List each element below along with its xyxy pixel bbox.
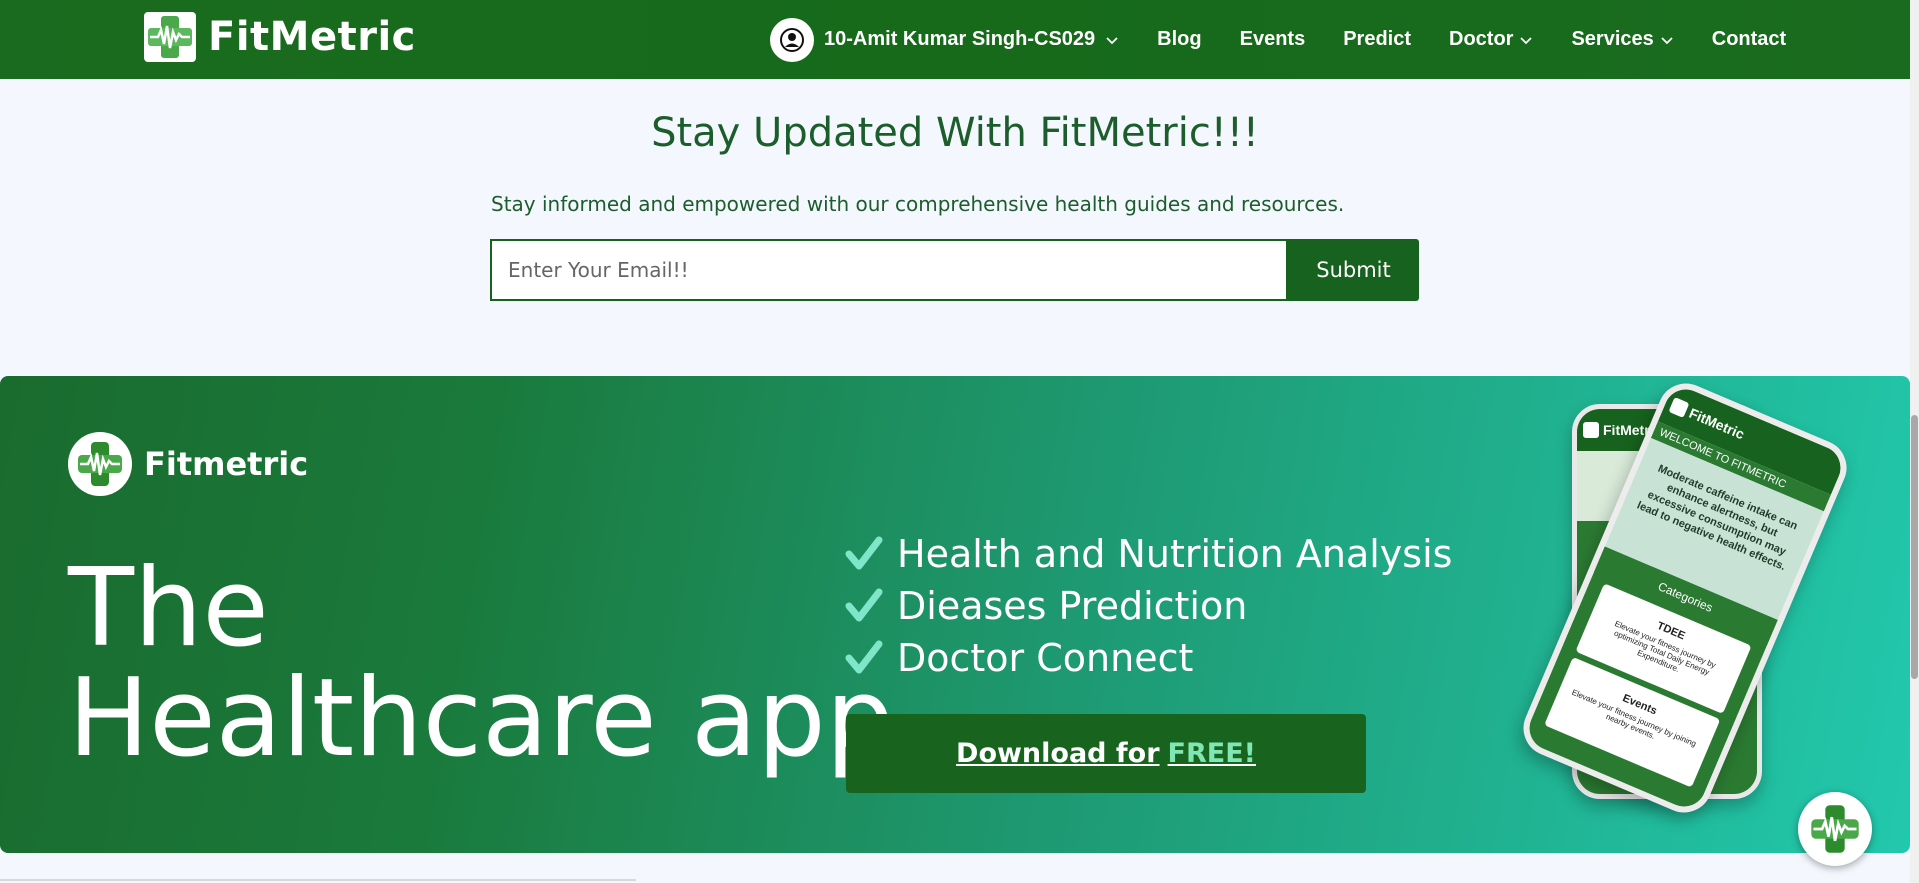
- chevron-down-icon: [1661, 36, 1673, 44]
- app-promo-banner: Fitmetric The Healthcare app Health and …: [0, 376, 1910, 853]
- feature-label: Dieases Prediction: [897, 584, 1248, 628]
- fitmetric-logo-icon: [68, 432, 132, 496]
- nav-predict-link[interactable]: Predict: [1343, 28, 1411, 51]
- checkmark-icon: [845, 588, 883, 622]
- download-label: Download for: [956, 738, 1160, 769]
- feature-item: Doctor Connect: [845, 632, 1452, 684]
- fitmetric-logo-icon: [144, 12, 196, 62]
- newsletter-subtitle: Stay informed and empowered with our com…: [491, 192, 1345, 216]
- newsletter-title: Stay Updated With FitMetric!!!: [651, 110, 1259, 156]
- banner-logo: Fitmetric: [68, 432, 308, 496]
- fitmetric-logo-icon: [1811, 805, 1859, 853]
- download-free-label: FREE!: [1167, 738, 1256, 769]
- phone-mockup-front: FitMetric WELCOME TO FITMETRIC Moderate …: [1514, 376, 1856, 822]
- scrollbar-thumb[interactable]: [1911, 415, 1918, 679]
- user-menu[interactable]: 10-Amit Kumar Singh-CS029: [770, 17, 1119, 62]
- fitmetric-logo-icon: [1583, 422, 1599, 438]
- fitmetric-logo-icon: [1668, 397, 1690, 418]
- nav-doctor-label: Doctor: [1449, 28, 1514, 50]
- nav-links: 10-Amit Kumar Singh-CS029 Blog Events Pr…: [770, 0, 1786, 79]
- user-avatar-icon: [770, 17, 814, 62]
- headline-line-1: The: [68, 546, 269, 671]
- submit-button[interactable]: Submit: [1288, 239, 1419, 301]
- banner-brand-name: Fitmetric: [144, 445, 309, 483]
- nav-events-link[interactable]: Events: [1240, 28, 1306, 51]
- checkmark-icon: [845, 640, 883, 674]
- user-name: 10-Amit Kumar Singh-CS029: [824, 28, 1096, 50]
- feature-label: Health and Nutrition Analysis: [897, 532, 1453, 576]
- banner-headline: The Healthcare app: [68, 554, 894, 774]
- download-button[interactable]: Download for FREE!: [846, 714, 1366, 793]
- feature-label: Doctor Connect: [897, 636, 1194, 680]
- nav-doctor-dropdown[interactable]: Doctor: [1449, 28, 1533, 51]
- section-divider: [0, 879, 636, 881]
- brand-logo[interactable]: FitMetric: [144, 12, 416, 62]
- headline-line-2: Healthcare app: [68, 656, 895, 781]
- feature-item: Health and Nutrition Analysis: [845, 528, 1452, 580]
- chevron-down-icon: [1520, 36, 1533, 44]
- chevron-down-icon: [1106, 36, 1118, 44]
- feature-item: Dieases Prediction: [845, 580, 1452, 632]
- floating-chat-button[interactable]: [1798, 792, 1872, 866]
- feature-list: Health and Nutrition Analysis Dieases Pr…: [845, 528, 1452, 684]
- nav-services-label: Services: [1571, 28, 1654, 50]
- nav-services-dropdown[interactable]: Services: [1571, 28, 1673, 51]
- top-navbar: FitMetric 10-Amit Kumar Singh-CS029 Blog…: [0, 0, 1919, 79]
- nav-blog-link[interactable]: Blog: [1157, 28, 1201, 51]
- brand-name: FitMetric: [208, 14, 416, 60]
- checkmark-icon: [845, 536, 883, 570]
- email-input[interactable]: [490, 239, 1288, 301]
- nav-contact-link[interactable]: Contact: [1712, 28, 1786, 51]
